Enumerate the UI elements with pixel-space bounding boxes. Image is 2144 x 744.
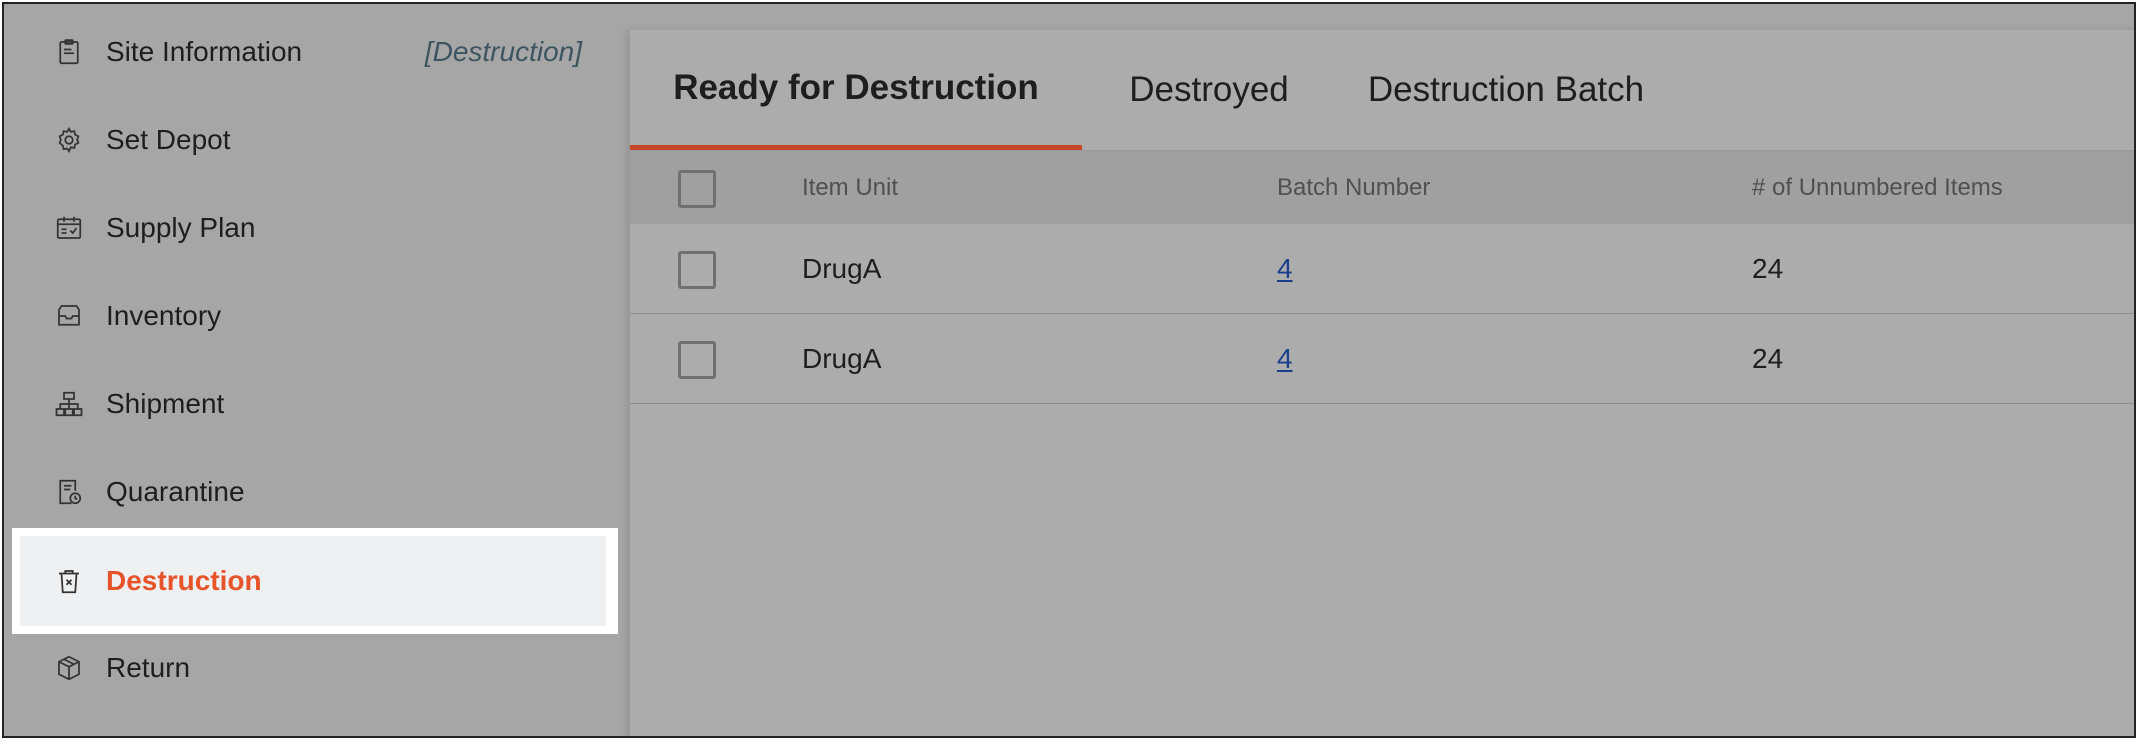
- sidebar-item-quarantine[interactable]: Quarantine: [4, 448, 608, 536]
- gear-icon: [54, 125, 84, 155]
- sidebar-item-destruction[interactable]: Destruction: [4, 537, 608, 625]
- sidebar-item-supply-plan[interactable]: Supply Plan: [4, 184, 608, 272]
- sitemap-icon: [54, 389, 84, 419]
- table-header: Item Unit Batch Number # of Unnumbered I…: [630, 151, 2134, 224]
- unnumbered-items-cell: 24: [1752, 252, 1784, 284]
- sidebar-item-label: Shipment: [106, 388, 225, 419]
- sidebar-item-label: Site Information: [106, 36, 303, 67]
- tab-bar: Ready for Destruction Destroyed Destruct…: [630, 30, 2134, 150]
- clipboard-icon: [54, 37, 84, 67]
- batch-number-link[interactable]: 4: [1277, 343, 1293, 375]
- batch-number-link[interactable]: 4: [1277, 253, 1293, 285]
- context-note: [Destruction]: [424, 36, 582, 67]
- tab-ready-for-destruction[interactable]: Ready for Destruction: [630, 30, 1082, 150]
- sidebar-item-label: Destruction: [106, 565, 262, 596]
- trash-x-icon: [54, 566, 84, 596]
- tab-destruction-batch[interactable]: Destruction Batch: [1336, 30, 1676, 150]
- sidebar-item-set-depot[interactable]: Set Depot: [4, 96, 608, 184]
- column-header-unnumbered-items[interactable]: # of Unnumbered Items: [1752, 174, 2003, 202]
- table-row[interactable]: DrugA 4 24: [630, 314, 2134, 404]
- unnumbered-items-cell: 24: [1752, 342, 1784, 374]
- calendar-check-icon: [54, 213, 84, 243]
- main-panel: Ready for Destruction Destroyed Destruct…: [630, 30, 2134, 736]
- sidebar-item-label: Quarantine: [106, 476, 245, 507]
- app-window: Site Information [Destruction] Set Depot…: [2, 2, 2136, 738]
- inbox-icon: [54, 301, 84, 331]
- sidebar-item-inventory[interactable]: Inventory: [4, 272, 608, 360]
- sidebar-item-label: Supply Plan: [106, 212, 256, 243]
- tab-destroyed[interactable]: Destroyed: [1082, 30, 1336, 150]
- sidebar-item-shipment[interactable]: Shipment: [4, 360, 608, 448]
- sidebar-item-return[interactable]: Return: [4, 624, 608, 712]
- sidebar-item-label: Set Depot: [106, 124, 231, 155]
- sidebar-item-label: Return: [106, 652, 191, 683]
- sidebar: Site Information [Destruction] Set Depot…: [4, 4, 618, 736]
- row-checkbox[interactable]: [678, 250, 716, 289]
- box-icon: [54, 653, 84, 683]
- table-row[interactable]: DrugA 4 24: [630, 224, 2134, 314]
- item-unit-cell: DrugA: [802, 252, 882, 284]
- column-header-batch-number[interactable]: Batch Number: [1277, 174, 1430, 202]
- row-checkbox[interactable]: [678, 340, 716, 379]
- sidebar-item-site-information[interactable]: Site Information [Destruction]: [4, 8, 608, 96]
- select-all-checkbox[interactable]: [678, 169, 716, 208]
- column-header-item-unit[interactable]: Item Unit: [802, 174, 898, 202]
- item-unit-cell: DrugA: [802, 342, 882, 374]
- document-clock-icon: [54, 477, 84, 507]
- sidebar-item-label: Inventory: [106, 300, 222, 331]
